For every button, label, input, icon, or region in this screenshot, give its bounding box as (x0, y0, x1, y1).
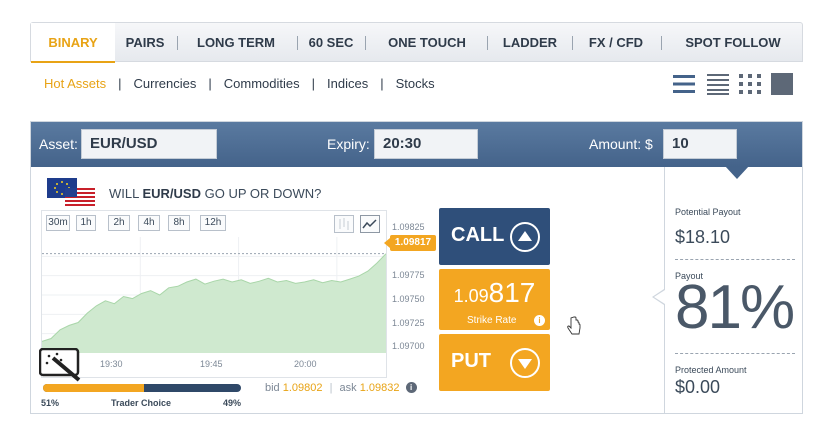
call-percentage: 51% (41, 398, 60, 408)
line-chart-icon[interactable] (360, 215, 380, 233)
y-tick: 1.09750 (392, 294, 425, 304)
range-8h-button[interactable]: 8h (168, 215, 190, 231)
trade-question: WILL EUR/USD GO UP OR DOWN? (109, 186, 322, 201)
tile-view-icon[interactable] (770, 72, 794, 96)
ask-value: 1.09832 (359, 382, 400, 394)
asset-label: Asset: (39, 136, 78, 152)
put-percentage: 49% (223, 398, 242, 408)
payout-percentage: 81% (675, 273, 795, 342)
potential-payout-value: $18.10 (675, 227, 731, 247)
strike-pips: 817 (488, 277, 536, 308)
y-tick: 1.09775 (392, 270, 425, 280)
tab-binary[interactable]: BINARY (31, 23, 115, 63)
tab-fx-cfd[interactable]: FX / CFD (584, 23, 648, 63)
current-price-tag: 1.09817 (384, 235, 436, 251)
hand-cursor-icon (567, 316, 581, 335)
y-tick: 1.09825 (392, 222, 425, 232)
price-area-chart (42, 237, 386, 353)
price-area (42, 253, 386, 353)
potential-payout-label: Potential Payout (675, 207, 741, 217)
strike-info-icon[interactable]: i (534, 315, 545, 326)
call-button[interactable]: CALL (439, 208, 550, 265)
subnav-currencies[interactable]: Currencies (134, 76, 197, 91)
info-icon[interactable]: i (405, 382, 417, 393)
tab-spot-follow[interactable]: SPOT FOLLOW (673, 23, 793, 63)
asset-select[interactable]: EUR/USD (81, 129, 217, 159)
tab-separator (572, 36, 573, 50)
eu-us-flag-icon (47, 178, 95, 206)
expiry-select[interactable]: 20:30 (374, 129, 478, 159)
strike-label: Strike Rate (467, 315, 517, 326)
question-asset: EUR/USD (142, 186, 201, 201)
strike-rate-box: 1.09817 Strike Rate i (439, 269, 550, 330)
arrow-down-icon (510, 348, 540, 378)
range-2h-button[interactable]: 2h (108, 215, 130, 231)
arrow-up-icon (510, 222, 540, 252)
protected-amount-value: $0.00 (675, 377, 721, 397)
tab-separator (297, 36, 298, 50)
range-30m-button[interactable]: 30m (46, 215, 70, 231)
expiry-label: Expiry: (327, 136, 370, 152)
tab-separator (365, 36, 366, 50)
magic-wand-icon[interactable] (39, 348, 85, 384)
subnav-indices[interactable]: Indices (327, 76, 368, 91)
grid-view-icon[interactable] (738, 72, 762, 96)
x-tick: 19:45 (200, 359, 223, 369)
y-tick: 1.09700 (392, 341, 425, 351)
range-4h-button[interactable]: 4h (138, 215, 160, 231)
tab-pairs[interactable]: PAIRS (117, 23, 173, 63)
range-1h-button[interactable]: 1h (76, 215, 96, 231)
compact-list-view-icon[interactable] (706, 72, 730, 96)
list-view-icon[interactable] (672, 72, 696, 96)
tab-one-touch[interactable]: ONE TOUCH (379, 23, 475, 63)
trade-panel: Asset: EUR/USD Expiry: 20:30 Amount: $ 1… (30, 121, 803, 414)
trader-choice-label: Trader Choice (111, 398, 172, 408)
trade-header: Asset: EUR/USD Expiry: 20:30 Amount: $ 1… (31, 122, 802, 167)
bid-ask: bid 1.09802 | ask 1.09832 i (265, 382, 417, 394)
subnav-hot-assets[interactable]: Hot Assets (44, 76, 106, 91)
candlestick-chart-icon[interactable] (334, 215, 354, 233)
subnav-stocks[interactable]: Stocks (396, 76, 435, 91)
price-chart: 30m 1h 2h 4h 8h 12h 19:30 19:45 20:00 (41, 210, 387, 378)
x-tick: 20:00 (294, 359, 317, 369)
bid-value: 1.09802 (282, 382, 323, 394)
put-label: PUT (451, 350, 491, 372)
call-label: CALL (451, 224, 505, 246)
tab-separator (661, 36, 662, 50)
amount-input[interactable]: 10 (663, 129, 737, 159)
protected-amount-label: Protected Amount (675, 365, 747, 375)
subnav-commodities[interactable]: Commodities (224, 76, 300, 91)
tab-60-sec[interactable]: 60 SEC (303, 23, 359, 63)
product-tabs: BINARY PAIRS LONG TERM 60 SEC ONE TOUCH … (30, 22, 803, 63)
range-12h-button[interactable]: 12h (200, 215, 226, 231)
amount-label: Amount: $ (589, 136, 653, 152)
asset-category-nav: Hot Assets | Currencies | Commodities | Indice… (44, 76, 435, 91)
tab-separator (177, 36, 178, 50)
put-button[interactable]: PUT (439, 334, 550, 391)
trader-choice-fill (43, 384, 144, 392)
tab-long-term[interactable]: LONG TERM (189, 23, 283, 63)
strike-prefix: 1.09 (453, 286, 489, 306)
y-tick: 1.09725 (392, 318, 425, 328)
payout-column: Potential Payout $18.10 Payout 81% Prote… (664, 167, 802, 413)
tab-ladder[interactable]: LADDER (497, 23, 563, 63)
x-tick: 19:30 (100, 359, 123, 369)
tab-separator (487, 36, 488, 50)
trader-choice-bar (43, 384, 241, 392)
